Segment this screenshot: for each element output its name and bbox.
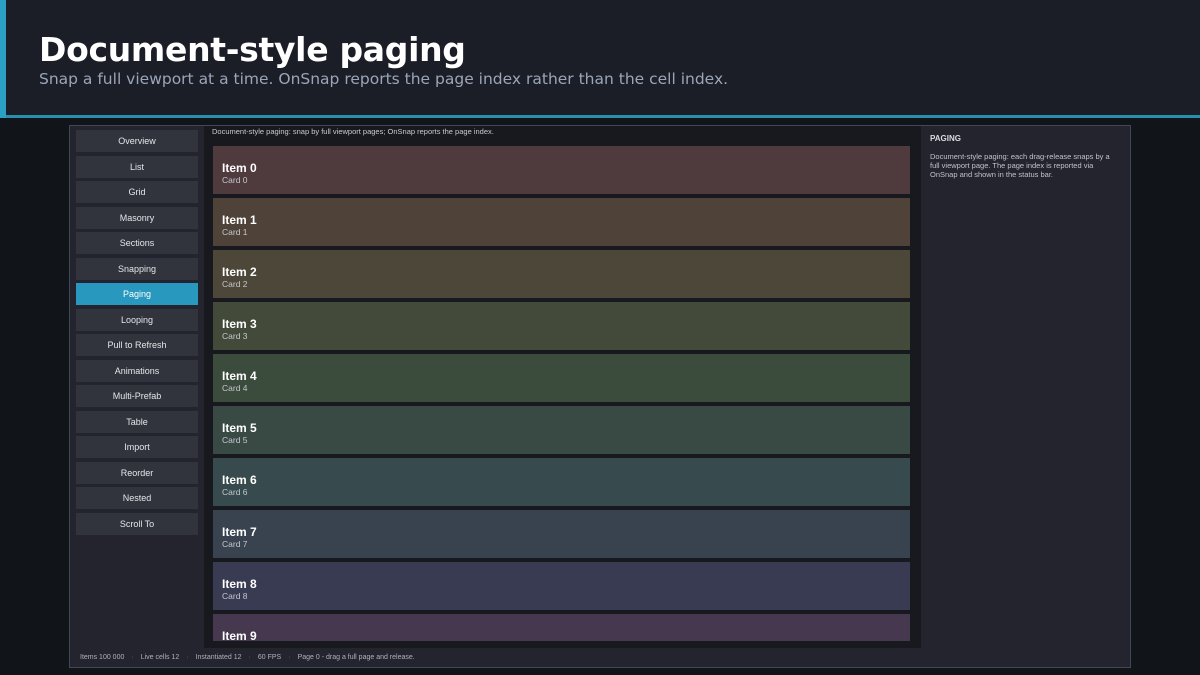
card-subtitle: Card 1 bbox=[222, 227, 248, 237]
list-item[interactable]: Item 5 Card 5 bbox=[213, 406, 910, 454]
status-page: Page 0 - drag a full page and release. bbox=[297, 654, 415, 661]
list-item[interactable]: Item 2 Card 2 bbox=[213, 250, 910, 298]
sidebar-item-animations[interactable]: Animations bbox=[76, 359, 198, 382]
card-title: Item 5 bbox=[222, 421, 257, 435]
demo-panel: Overview List Grid Masonry Sections Snapping P… bbox=[69, 125, 1131, 668]
card-subtitle: Card 4 bbox=[222, 383, 248, 393]
card-title: Item 1 bbox=[222, 213, 257, 227]
sidebar-item-overview[interactable]: Overview bbox=[76, 130, 198, 152]
status-bar: Items 100 000 · Live cells 12 · Instanti… bbox=[80, 654, 415, 661]
page-title: Document-style paging bbox=[39, 30, 466, 69]
card-title: Item 0 bbox=[222, 161, 257, 175]
sidebar-item-multi-prefab[interactable]: Multi-Prefab bbox=[76, 385, 198, 407]
info-panel: PAGING Document-style paging: each drag-… bbox=[930, 134, 1120, 179]
sidebar-item-sections[interactable]: Sections bbox=[76, 232, 198, 254]
card-title: Item 8 bbox=[222, 577, 257, 591]
list-item[interactable]: Item 7 Card 7 bbox=[213, 510, 910, 558]
list-item[interactable]: Item 8 Card 8 bbox=[213, 562, 910, 610]
card-subtitle: Card 7 bbox=[222, 539, 248, 549]
list-item[interactable]: Item 0 Card 0 bbox=[213, 146, 910, 194]
sidebar-item-masonry[interactable]: Masonry bbox=[76, 206, 198, 229]
card-subtitle: Card 0 bbox=[222, 175, 248, 185]
card-subtitle: Card 8 bbox=[222, 591, 248, 601]
list-item[interactable]: Item 9Card 9 bbox=[213, 614, 910, 641]
list-item[interactable]: Item 3 Card 3 bbox=[213, 302, 910, 350]
list-item[interactable]: Item 4 Card 4 bbox=[213, 354, 910, 402]
card-title: Item 6 bbox=[222, 473, 257, 487]
status-fps: 60 FPS bbox=[257, 654, 282, 661]
status-items: Items 100 000 bbox=[80, 654, 125, 661]
sidebar-item-scroll-to[interactable]: Scroll To bbox=[76, 512, 198, 535]
card-title: Item 7 bbox=[222, 525, 257, 539]
list-item[interactable]: Item 6 Card 6 bbox=[213, 458, 910, 506]
page-header: Document-style paging Snap a full viewpo… bbox=[0, 0, 1200, 118]
status-instantiated: Instantiated 12 bbox=[195, 654, 242, 661]
sidebar-item-reorder[interactable]: Reorder bbox=[76, 461, 198, 484]
status-separator: · bbox=[248, 654, 251, 661]
card-title: Item 4 bbox=[222, 369, 257, 383]
sidebar-item-nested[interactable]: Nested bbox=[76, 487, 198, 509]
card-title: Item 3 bbox=[222, 317, 257, 331]
sidebar-item-list[interactable]: List bbox=[76, 155, 198, 178]
sidebar-item-paging[interactable]: Paging bbox=[76, 283, 198, 305]
list-item[interactable]: Item 1 Card 1 bbox=[213, 198, 910, 246]
sidebar-item-snapping[interactable]: Snapping bbox=[76, 257, 198, 280]
status-separator: · bbox=[186, 654, 189, 661]
sidebar-item-grid[interactable]: Grid bbox=[76, 181, 198, 203]
card-subtitle: Card 2 bbox=[222, 279, 248, 289]
sidebar-item-table[interactable]: Table bbox=[76, 410, 198, 433]
status-live-cells: Live cells 12 bbox=[140, 654, 180, 661]
list-description: Document-style paging: snap by full view… bbox=[212, 127, 494, 136]
scroll-viewport[interactable]: Item 0 Card 0 Item 1 Card 1 Item 2 Card 2 Item… bbox=[213, 146, 910, 641]
status-separator: · bbox=[288, 654, 291, 661]
card-subtitle: Card 5 bbox=[222, 435, 248, 445]
header-accent-bar bbox=[0, 0, 6, 118]
sidebar-nav: Overview List Grid Masonry Sections Snapping P… bbox=[76, 130, 198, 538]
card-subtitle: Card 6 bbox=[222, 487, 248, 497]
status-separator: · bbox=[131, 654, 134, 661]
info-body: Document-style paging: each drag-release… bbox=[930, 152, 1110, 179]
card-title: Item 9 bbox=[222, 629, 257, 641]
card-subtitle: Card 3 bbox=[222, 331, 248, 341]
sidebar-item-pull-to-refresh[interactable]: Pull to Refresh bbox=[76, 334, 198, 356]
sidebar-item-looping[interactable]: Looping bbox=[76, 308, 198, 331]
info-title: PAGING bbox=[930, 134, 961, 143]
card-title: Item 2 bbox=[222, 265, 257, 279]
list-area: Document-style paging: snap by full view… bbox=[204, 126, 921, 648]
page-subtitle: Snap a full viewport at a time. OnSnap r… bbox=[39, 70, 729, 88]
sidebar-item-import[interactable]: Import bbox=[76, 436, 198, 458]
